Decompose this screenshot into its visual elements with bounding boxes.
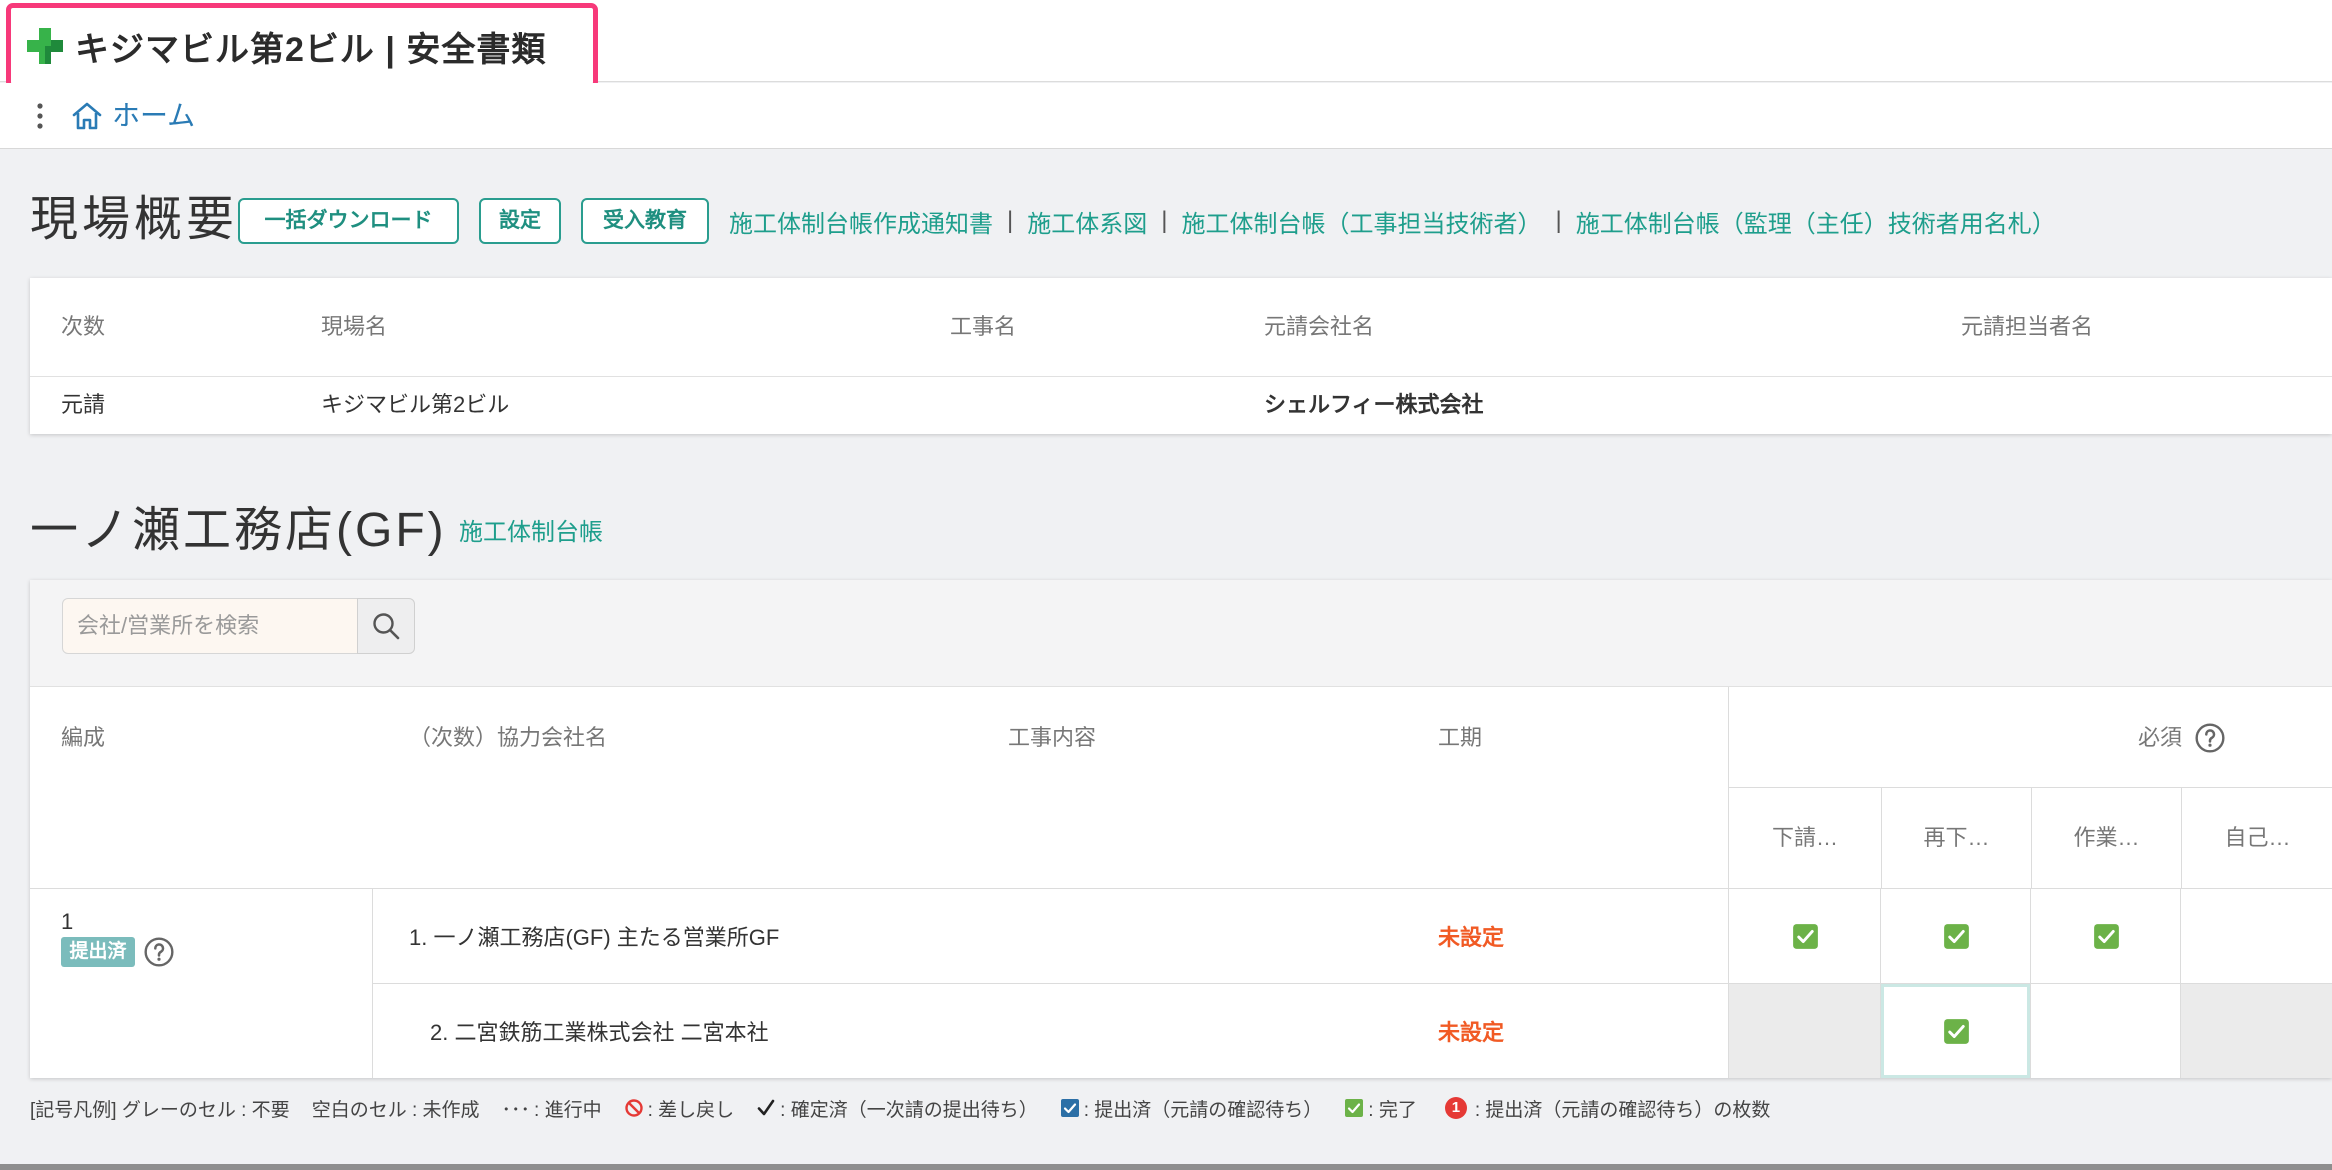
- link-ledger-engineer[interactable]: 施工体制台帳（工事担当技術者）: [1181, 204, 1541, 239]
- prohibited-icon: [624, 1099, 643, 1117]
- submitted-checkbox-icon: [1060, 1099, 1079, 1117]
- document-links: 施工体制台帳作成通知書 | 施工体系図 | 施工体制台帳（工事担当技術者） | …: [729, 198, 2056, 244]
- doc-cell-resubcontract[interactable]: [1880, 889, 2030, 983]
- doc-cell-self[interactable]: [2180, 889, 2332, 983]
- required-header-row: 必須: [1729, 687, 2332, 788]
- overview-site-value: キジマビル第2ビル: [321, 392, 510, 417]
- doc-cell-self[interactable]: [2180, 984, 2332, 1078]
- company-table: 編成 （次数）協力会社名 工事内容 工期 必須 下請… 再下… 作業… 自己… …: [30, 580, 2332, 1078]
- legend-in-progress: ･･･ : 進行中: [502, 1095, 602, 1122]
- site-title: キジマビル第2ビル | 安全書類: [75, 30, 547, 69]
- group-number: 1: [61, 909, 74, 934]
- column-header-period: 工期: [1438, 725, 1483, 750]
- legend-gray-cell: [記号凡例] グレーのセル : 不要: [30, 1099, 290, 1121]
- company-title: 一ノ瀬工務店(GF): [30, 504, 447, 557]
- legend-submitted-label: : 提出済（元請の確認待ち）: [1083, 1099, 1323, 1121]
- doc-cell-subcontract[interactable]: [1728, 889, 1880, 983]
- link-construction-notice[interactable]: 施工体制台帳作成通知書: [729, 204, 993, 239]
- legend-submitted: : 提出済（元請の確認待ち）: [1060, 1095, 1323, 1122]
- green-cross-icon: [27, 28, 63, 64]
- doc-column-resubcontract[interactable]: 再下…: [1881, 788, 2031, 888]
- table-row[interactable]: 1. 一ノ瀬工務店(GF) 主たる営業所GF 未設定: [373, 889, 2332, 984]
- doc-cell-subcontract[interactable]: [1728, 984, 1880, 1078]
- vertical-dots-icon[interactable]: [32, 100, 48, 132]
- column-header-work: 工事名: [950, 314, 1017, 339]
- column-header-content: 工事内容: [1008, 725, 1097, 750]
- breadcrumb: ホーム: [0, 83, 2332, 149]
- link-ledger-nameplate[interactable]: 施工体制台帳（監理（主任）技術者用名札）: [1576, 204, 2056, 239]
- doc-column-subcontract[interactable]: 下請…: [1729, 788, 1881, 888]
- doc-cell-worker[interactable]: [2030, 889, 2180, 983]
- group-cell: 1 提出済: [30, 889, 373, 1078]
- symbol-legend: [記号凡例] グレーのセル : 不要 空白のセル : 未作成 ･･･ : 進行中…: [30, 1093, 1792, 1123]
- legend-returned-label: : 差し戻し: [647, 1099, 735, 1121]
- legend-count: 1 : 提出済（元請の確認待ち）の枚数: [1444, 1095, 1771, 1122]
- column-header-site: 現場名: [321, 314, 388, 339]
- overview-contractor-value: シェルフィー株式会社: [1264, 392, 1484, 417]
- legend-confirmed-label: : 確定済（一次請の提出待ち）: [780, 1099, 1038, 1121]
- column-header-contractor: 元請会社名: [1264, 314, 1375, 339]
- doc-cell-worker[interactable]: [2030, 984, 2180, 1078]
- legend-count-label: : 提出済（元請の確認待ち）の枚数: [1474, 1099, 1771, 1121]
- legend-returned: : 差し戻し: [624, 1095, 735, 1122]
- link-separator: |: [1161, 207, 1168, 234]
- help-circle-icon[interactable]: [2194, 722, 2226, 754]
- help-circle-icon[interactable]: [143, 936, 175, 968]
- completed-check-icon: [1943, 1019, 1969, 1044]
- education-button[interactable]: 受入教育: [581, 198, 709, 244]
- required-docs-header: 必須 下請… 再下… 作業… 自己…: [1728, 687, 2332, 888]
- doc-column-self[interactable]: 自己…: [2181, 788, 2332, 888]
- settings-button[interactable]: 設定: [479, 198, 561, 244]
- breadcrumb-home-link[interactable]: ホーム: [112, 83, 195, 149]
- table-row[interactable]: 2. 二宮鉄筋工業株式会社 二宮本社 未設定: [373, 984, 2332, 1078]
- site-title-highlight: キジマビル第2ビル | 安全書類: [6, 3, 598, 89]
- bulk-download-button[interactable]: 一括ダウンロード: [238, 198, 459, 244]
- doc-column-worker[interactable]: 作業…: [2031, 788, 2181, 888]
- required-label: 必須: [2138, 725, 2183, 750]
- search-button[interactable]: [357, 598, 415, 654]
- link-separator: |: [1007, 207, 1014, 234]
- in-progress-mark: ･･･: [501, 1099, 531, 1121]
- top-bar: キジマビル第2ビル | 安全書類: [0, 0, 2332, 89]
- legend-completed-label: : 完了: [1368, 1099, 1417, 1121]
- company-name[interactable]: 2. 二宮鉄筋工業株式会社 二宮本社: [430, 984, 769, 1078]
- link-system-diagram[interactable]: 施工体系図: [1027, 204, 1147, 239]
- company-name[interactable]: 1. 一ノ瀬工務店(GF) 主たる営業所GF: [409, 889, 779, 983]
- ledger-link[interactable]: 施工体制台帳: [459, 517, 603, 549]
- work-period[interactable]: 未設定: [1438, 889, 1504, 983]
- status-badge: 提出済: [61, 937, 135, 967]
- column-header-manager: 元請担当者名: [1961, 314, 2094, 339]
- check-mark-icon: [757, 1099, 775, 1116]
- legend-blank-cell: 空白のセル : 未作成: [311, 1099, 480, 1121]
- home-icon[interactable]: [71, 101, 103, 131]
- overview-table: 次数 現場名 工事名 元請会社名 元請担当者名 元請 キジマビル第2ビル シェル…: [30, 278, 2332, 434]
- search-icon: [373, 613, 400, 640]
- count-badge-icon: 1: [1444, 1097, 1467, 1119]
- legend-completed: : 完了: [1344, 1095, 1417, 1122]
- column-header-group: 編成: [61, 725, 106, 750]
- legend-confirmed: : 確定済（一次請の提出待ち）: [756, 1095, 1038, 1122]
- search-bar: [30, 580, 2332, 687]
- company-search-input[interactable]: [62, 598, 358, 654]
- column-header-tier: 次数: [61, 314, 106, 339]
- completed-checkbox-icon: [1345, 1099, 1364, 1117]
- doc-cell-resubcontract[interactable]: [1880, 984, 2030, 1078]
- link-separator: |: [1555, 207, 1562, 234]
- table-header: 編成 （次数）協力会社名 工事内容 工期 必須 下請… 再下… 作業… 自己…: [30, 687, 2332, 889]
- work-period[interactable]: 未設定: [1438, 984, 1504, 1078]
- completed-check-icon: [1792, 924, 1818, 949]
- legend-in-progress-label: : 進行中: [534, 1099, 602, 1121]
- overview-title: 現場概要: [30, 193, 239, 246]
- window-bottom-edge: [0, 1164, 2332, 1170]
- completed-check-icon: [2093, 924, 2119, 949]
- overview-tier-value: 元請: [61, 392, 106, 417]
- column-header-company-name: （次数）協力会社名: [409, 725, 608, 750]
- completed-check-icon: [1943, 924, 1969, 949]
